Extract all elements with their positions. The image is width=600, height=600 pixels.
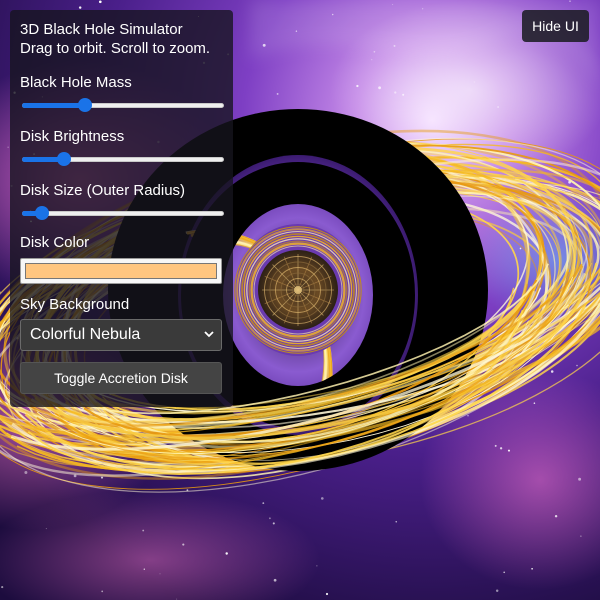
chevron-down-icon bbox=[204, 331, 214, 338]
mass-label: Black Hole Mass bbox=[20, 74, 132, 91]
disk-size-slider-track[interactable] bbox=[22, 211, 224, 216]
mass-slider[interactable] bbox=[22, 98, 224, 112]
app-title: 3D Black Hole Simulator bbox=[20, 21, 183, 38]
brightness-label: Disk Brightness bbox=[20, 128, 125, 145]
disk-size-label: Disk Size (Outer Radius) bbox=[20, 182, 186, 199]
brightness-slider-thumb[interactable] bbox=[57, 152, 72, 166]
disk-color-swatch[interactable] bbox=[25, 263, 217, 279]
brightness-slider[interactable] bbox=[22, 152, 224, 166]
sky-background-label: Sky Background bbox=[20, 296, 130, 313]
sky-background-selected-value: Colorful Nebula bbox=[30, 326, 141, 343]
disk-color-label: Disk Color bbox=[20, 234, 90, 251]
mass-slider-fill bbox=[22, 103, 85, 108]
toggle-accretion-disk-button[interactable]: Toggle Accretion Disk bbox=[20, 362, 222, 394]
disk-size-slider-thumb[interactable] bbox=[35, 206, 50, 220]
mass-slider-thumb[interactable] bbox=[77, 98, 92, 112]
instructions-text: Drag to orbit. Scroll to zoom. bbox=[20, 40, 211, 57]
control-panel: 3D Black Hole Simulator Drag to orbit. S… bbox=[10, 10, 233, 407]
lensed-inner-disk bbox=[234, 224, 362, 356]
sky-background-select[interactable]: Colorful Nebula bbox=[20, 319, 222, 351]
hide-ui-button[interactable]: Hide UI bbox=[522, 10, 589, 42]
black-hole-viewport[interactable]: 3D Black Hole Simulator Drag to orbit. S… bbox=[0, 0, 600, 600]
disk-color-picker[interactable] bbox=[20, 258, 222, 284]
disk-size-slider[interactable] bbox=[22, 206, 224, 220]
